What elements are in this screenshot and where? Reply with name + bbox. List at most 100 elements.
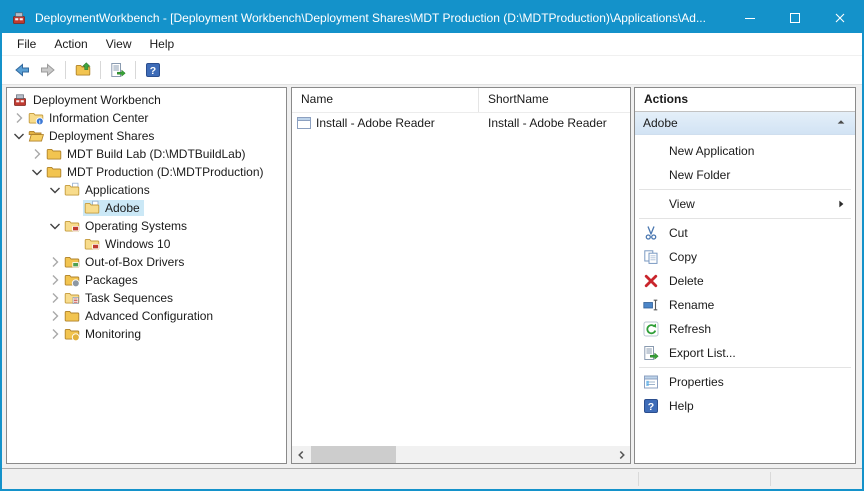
tree-item-label: Advanced Configuration (85, 309, 213, 323)
up-one-level-button[interactable] (70, 58, 96, 82)
folder-info-icon: i (28, 110, 44, 126)
tree-item-information-center[interactable]: iInformation Center (7, 109, 286, 127)
workbench-icon (12, 92, 28, 108)
tree-item-label: Applications (85, 183, 150, 197)
refresh-icon (643, 321, 661, 337)
chevron-up-icon[interactable] (835, 116, 847, 131)
action-label: Delete (669, 274, 847, 288)
action-refresh[interactable]: Refresh (635, 317, 855, 341)
action-help[interactable]: ?Help (635, 394, 855, 418)
scroll-left-icon[interactable] (292, 446, 309, 463)
menu-view[interactable]: View (97, 34, 141, 54)
folder-package-icon (64, 272, 80, 288)
action-label: Rename (669, 298, 847, 312)
tree-item-advanced-configuration[interactable]: Advanced Configuration (7, 307, 286, 325)
expanded-chevron-icon[interactable] (47, 218, 63, 234)
help-icon: ? (145, 62, 161, 78)
back-button[interactable] (9, 58, 35, 82)
tree-item-applications[interactable]: Applications (7, 181, 286, 199)
action-copy[interactable]: Copy (635, 245, 855, 269)
horizontal-scrollbar[interactable] (292, 446, 630, 463)
menu-help[interactable]: Help (141, 34, 184, 54)
actions-pane: Actions Adobe New ApplicationNew FolderV… (634, 87, 856, 464)
cut-icon (643, 225, 661, 241)
collapsed-chevron-icon[interactable] (29, 146, 45, 162)
tree-item-adobe[interactable]: Adobe (7, 199, 286, 217)
expanded-chevron-icon[interactable] (47, 182, 63, 198)
action-new-application[interactable]: New Application (635, 139, 855, 163)
tree-item-windows-10[interactable]: Windows 10 (7, 235, 286, 253)
action-properties[interactable]: Properties (635, 370, 855, 394)
tree-item-label: Adobe (105, 201, 140, 215)
close-button[interactable] (817, 2, 862, 33)
actions-group-header[interactable]: Adobe (635, 112, 855, 135)
tree-item-monitoring[interactable]: Monitoring (7, 325, 286, 343)
help-button[interactable]: ? (140, 58, 166, 82)
menu-file[interactable]: File (8, 34, 45, 54)
maximize-button[interactable] (772, 2, 817, 33)
tree-item-label: Deployment Workbench (33, 93, 161, 107)
scroll-right-icon[interactable] (613, 446, 630, 463)
tree-item-deployment-shares[interactable]: Deployment Shares (7, 127, 286, 145)
delete-icon (643, 273, 661, 289)
minimize-button[interactable] (727, 2, 772, 33)
collapsed-chevron-icon[interactable] (47, 326, 63, 342)
toolbar: ? (2, 56, 862, 85)
window-controls (727, 2, 862, 33)
titlebar[interactable]: DeploymentWorkbench - [Deployment Workbe… (2, 2, 862, 33)
collapsed-chevron-icon[interactable] (47, 272, 63, 288)
collapsed-chevron-icon[interactable] (47, 254, 63, 270)
expanded-chevron-icon[interactable] (11, 128, 27, 144)
scrollbar-thumb[interactable] (311, 446, 396, 463)
expanded-chevron-icon[interactable] (29, 164, 45, 180)
action-cut[interactable]: Cut (635, 221, 855, 245)
tree-item-mdt-production-d-mdtproduction[interactable]: MDT Production (D:\MDTProduction) (7, 163, 286, 181)
tree-item-label: Packages (85, 273, 138, 287)
console-tree-pane: Deployment Workbench iInformation CenterD… (6, 87, 287, 464)
action-label: Copy (669, 250, 847, 264)
export-list-button[interactable] (105, 58, 131, 82)
column-header-name[interactable]: Name (292, 88, 479, 112)
tree-item-task-sequences[interactable]: Task Sequences (7, 289, 286, 307)
menu-action[interactable]: Action (45, 34, 96, 54)
forward-button[interactable] (35, 58, 61, 82)
toolbar-separator (100, 61, 101, 79)
column-header-shortname[interactable]: ShortName (479, 88, 630, 112)
action-export-list[interactable]: Export List... (635, 341, 855, 365)
action-new-folder[interactable]: New Folder (635, 163, 855, 187)
collapsed-chevron-icon[interactable] (11, 110, 27, 126)
collapsed-chevron-icon[interactable] (47, 308, 63, 324)
forward-arrow-icon (40, 62, 56, 78)
column-header-name-label: Name (301, 92, 333, 106)
tree-item-label: MDT Build Lab (D:\MDTBuildLab) (67, 147, 246, 161)
action-label: Export List... (669, 346, 847, 360)
no-icon (643, 167, 661, 183)
application-icon (296, 115, 312, 131)
scrollbar-track[interactable] (309, 446, 613, 463)
tree-item-mdt-build-lab-d-mdtbuildlab[interactable]: MDT Build Lab (D:\MDTBuildLab) (7, 145, 286, 163)
action-rename[interactable]: Rename (635, 293, 855, 317)
window-title: DeploymentWorkbench - [Deployment Workbe… (35, 11, 727, 25)
list-item-name: Install - Adobe Reader (316, 116, 435, 130)
tree-item-operating-systems[interactable]: Operating Systems (7, 217, 286, 235)
menu-bar: FileActionViewHelp (2, 33, 862, 56)
tree-item-out-of-box-drivers[interactable]: Out-of-Box Drivers (7, 253, 286, 271)
action-label: Properties (669, 375, 847, 389)
list-cell-name: Install - Adobe Reader (292, 115, 479, 131)
no-icon (643, 196, 661, 212)
action-view[interactable]: View (635, 192, 855, 216)
export-list-icon (110, 62, 126, 78)
list-row[interactable]: Install - Adobe ReaderInstall - Adobe Re… (292, 113, 630, 133)
selected-tree-item: Adobe (83, 200, 144, 216)
tree-item-deployment-workbench[interactable]: Deployment Workbench (7, 91, 286, 109)
folder-plain-icon (64, 308, 80, 324)
statusbar-separator (638, 472, 639, 486)
collapsed-chevron-icon[interactable] (47, 290, 63, 306)
tree-item-packages[interactable]: Packages (7, 271, 286, 289)
action-delete[interactable]: Delete (635, 269, 855, 293)
actions-group-label: Adobe (643, 116, 835, 130)
action-label: Help (669, 399, 847, 413)
folder-icon (46, 164, 62, 180)
folder-monitor-icon (64, 326, 80, 342)
toolbar-separator (135, 61, 136, 79)
